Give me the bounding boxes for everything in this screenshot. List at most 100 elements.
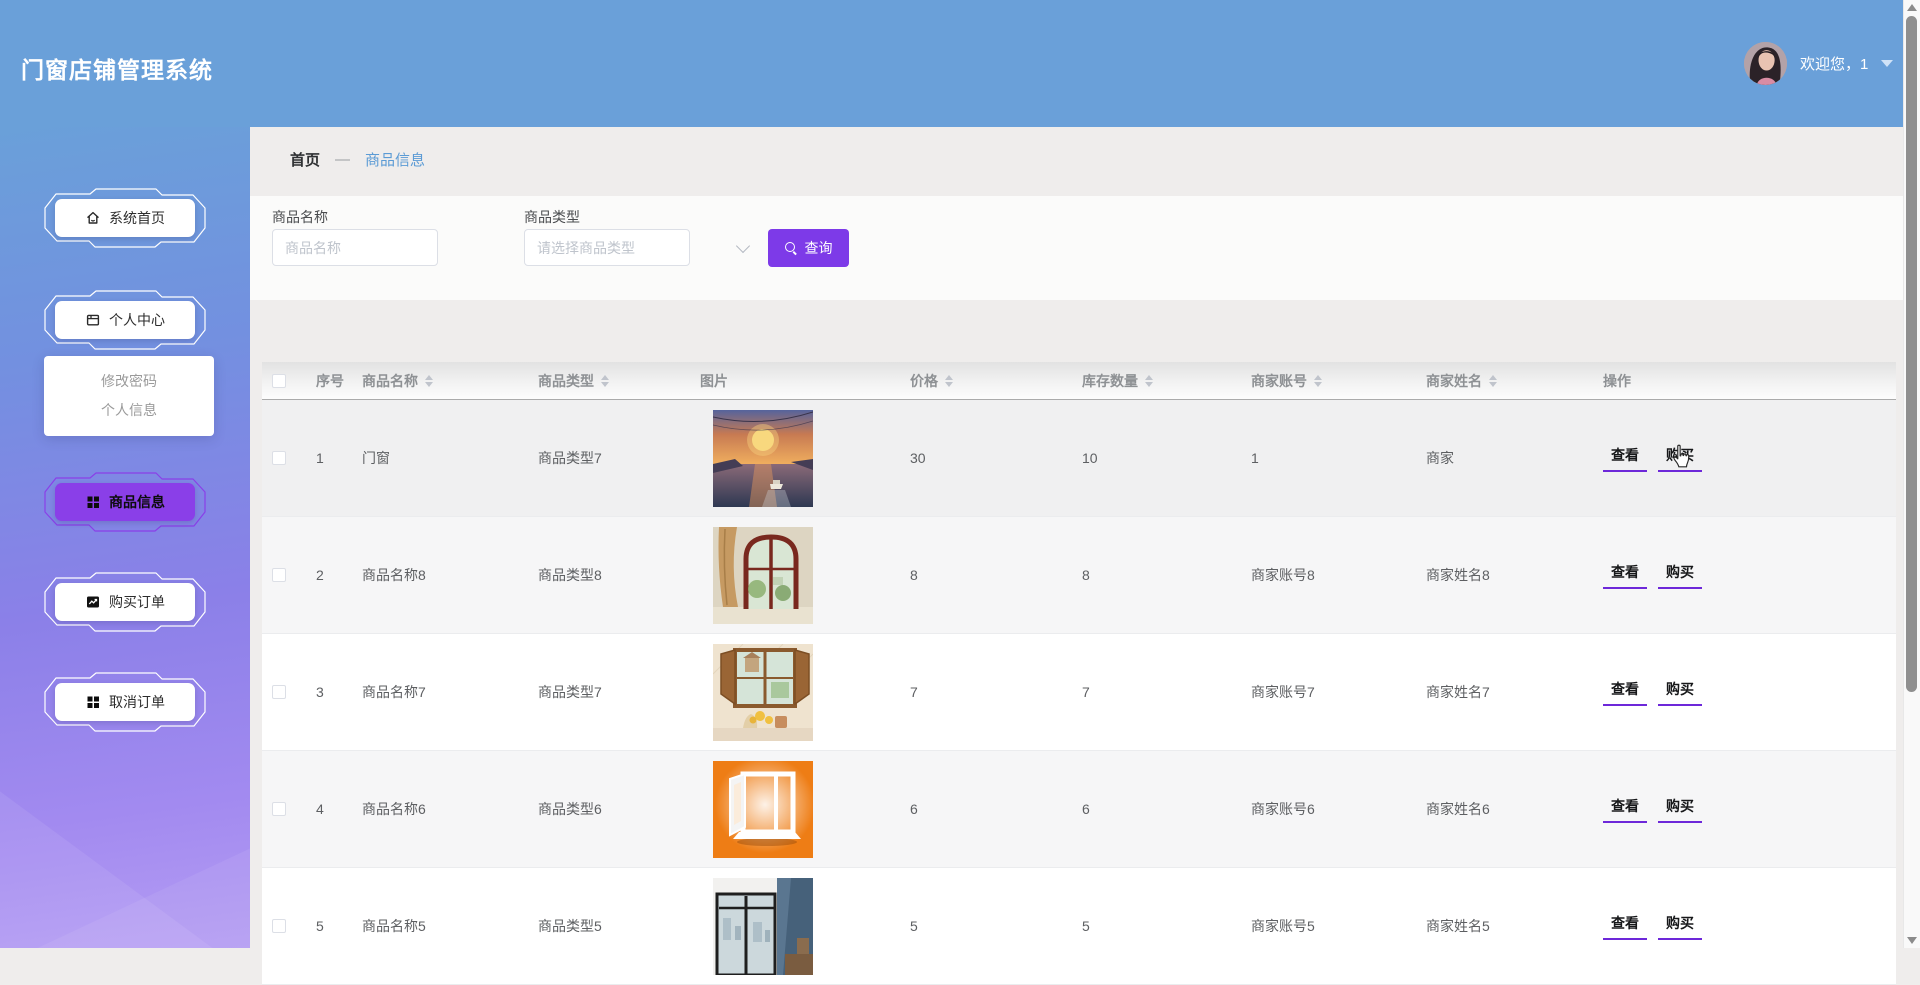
cell-product-type: 商品类型7 xyxy=(538,684,602,700)
app-title: 门窗店铺管理系统 xyxy=(21,57,213,83)
buy-button[interactable]: 购买 xyxy=(1658,796,1702,823)
sidebar-item-purchase-orders[interactable]: 购买订单 xyxy=(35,570,215,634)
cell-seq: 2 xyxy=(316,567,324,583)
sidebar-item-label: 商品信息 xyxy=(109,494,165,510)
product-image xyxy=(713,526,813,624)
welcome-text: 欢迎您，1 xyxy=(1800,56,1869,73)
cell-merchant-name: 商家姓名7 xyxy=(1426,684,1490,700)
breadcrumb-current: 商品信息 xyxy=(365,152,426,169)
cell-stock: 8 xyxy=(1082,567,1090,583)
column-header: 商家姓名 xyxy=(1426,372,1482,389)
cell-merchant-name: 商家姓名5 xyxy=(1426,918,1490,934)
profile-submenu: 修改密码 个人信息 xyxy=(44,356,214,436)
scrollbar[interactable] xyxy=(1903,0,1920,948)
sort-icon[interactable] xyxy=(425,374,433,387)
cell-product-name: 商品名称8 xyxy=(362,567,426,583)
cell-product-type: 商品类型6 xyxy=(538,801,602,817)
search-button[interactable]: 查询 xyxy=(768,229,849,267)
product-image xyxy=(713,877,813,975)
row-checkbox[interactable] xyxy=(272,685,286,699)
cell-stock: 6 xyxy=(1082,801,1090,817)
breadcrumb-home[interactable]: 首页 xyxy=(290,149,320,170)
sort-icon[interactable] xyxy=(601,374,609,387)
cell-merchant-name: 商家姓名6 xyxy=(1426,801,1490,817)
table-row: 4 商品名称6 商品类型6 6 6 商家账号6 商家姓名6 查看 购买 xyxy=(262,751,1896,868)
product-type-select[interactable] xyxy=(524,229,690,266)
product-name-input[interactable] xyxy=(272,229,438,266)
column-header: 商家账号 xyxy=(1251,372,1307,389)
cell-product-name: 门窗 xyxy=(362,450,390,466)
product-name-label: 商品名称 xyxy=(272,209,328,225)
column-header: 图片 xyxy=(700,372,728,389)
product-type-label: 商品类型 xyxy=(524,209,580,225)
filter-panel: 商品名称 商品类型 查询 xyxy=(250,196,1903,300)
submenu-item-change-password[interactable]: 修改密码 xyxy=(44,367,214,396)
cell-merchant-account: 商家账号5 xyxy=(1251,918,1315,934)
column-header: 商品类型 xyxy=(538,372,594,389)
app-header: 门窗店铺管理系统 欢迎您，1 xyxy=(0,0,1903,127)
sort-icon[interactable] xyxy=(1145,374,1153,387)
row-checkbox[interactable] xyxy=(272,451,286,465)
buy-button[interactable]: 购买 xyxy=(1658,913,1702,940)
buy-button[interactable]: 购买 xyxy=(1658,445,1702,472)
sidebar-item-profile-center[interactable]: 个人中心 xyxy=(35,288,215,352)
grid-icon xyxy=(87,496,99,508)
select-all-checkbox[interactable] xyxy=(272,373,286,388)
row-checkbox[interactable] xyxy=(272,802,286,816)
cell-product-type: 商品类型5 xyxy=(538,918,602,934)
cell-merchant-name: 商家 xyxy=(1426,450,1454,466)
cell-price: 5 xyxy=(910,918,918,934)
row-checkbox[interactable] xyxy=(272,919,286,933)
sort-icon[interactable] xyxy=(945,374,953,387)
cell-seq: 4 xyxy=(316,801,324,817)
cell-stock: 10 xyxy=(1082,450,1098,466)
sidebar-item-label: 个人中心 xyxy=(109,312,165,328)
sort-icon[interactable] xyxy=(1489,374,1497,387)
cell-product-type: 商品类型7 xyxy=(538,450,602,466)
cell-stock: 7 xyxy=(1082,684,1090,700)
cell-price: 7 xyxy=(910,684,918,700)
cell-merchant-account: 商家账号6 xyxy=(1251,801,1315,817)
user-menu[interactable]: 欢迎您，1 xyxy=(1744,42,1894,85)
view-button[interactable]: 查看 xyxy=(1603,679,1647,706)
sort-icon[interactable] xyxy=(1314,374,1322,387)
scrollbar-down-arrow[interactable] xyxy=(1907,937,1917,944)
view-button[interactable]: 查看 xyxy=(1603,913,1647,940)
cell-seq: 1 xyxy=(316,450,324,466)
submenu-item-profile-info[interactable]: 个人信息 xyxy=(44,396,214,425)
row-checkbox[interactable] xyxy=(272,568,286,582)
cell-price: 6 xyxy=(910,801,918,817)
cell-product-name: 商品名称6 xyxy=(362,801,426,817)
user-avatar xyxy=(1744,42,1787,85)
grid-icon xyxy=(87,696,99,708)
home-icon xyxy=(87,211,99,224)
chevron-down-icon xyxy=(1881,60,1894,67)
cell-product-name: 商品名称5 xyxy=(362,918,426,934)
buy-button[interactable]: 购买 xyxy=(1658,562,1702,589)
search-icon xyxy=(784,241,798,255)
sidebar-item-cancel-orders[interactable]: 取消订单 xyxy=(35,670,215,734)
cell-product-name: 商品名称7 xyxy=(362,684,426,700)
chevron-down-icon[interactable] xyxy=(735,238,751,254)
table-row: 1 门窗 商品类型7 30 10 1 商家 查看 购买 xyxy=(262,400,1896,517)
breadcrumb: 首页 — 商品信息 xyxy=(290,149,425,170)
table-row: 5 商品名称5 商品类型5 5 5 商家账号5 商家姓名5 查看 购买 xyxy=(262,868,1896,985)
product-image xyxy=(713,409,813,507)
view-button[interactable]: 查看 xyxy=(1603,796,1647,823)
sidebar-item-products[interactable]: 商品信息 xyxy=(35,470,215,534)
sidebar-item-home[interactable]: 系统首页 xyxy=(35,186,215,250)
buy-button[interactable]: 购买 xyxy=(1658,679,1702,706)
cell-stock: 5 xyxy=(1082,918,1090,934)
cell-seq: 3 xyxy=(316,684,324,700)
breadcrumb-separator: — xyxy=(335,151,351,168)
table-row: 2 商品名称8 商品类型8 8 8 商家账号8 商家姓名8 查看 购买 xyxy=(262,517,1896,634)
scrollbar-up-arrow[interactable] xyxy=(1907,4,1917,11)
chart-icon xyxy=(87,596,99,608)
view-button[interactable]: 查看 xyxy=(1603,562,1647,589)
column-header: 库存数量 xyxy=(1082,372,1138,389)
cell-merchant-account: 1 xyxy=(1251,450,1259,466)
scrollbar-thumb[interactable] xyxy=(1906,16,1917,692)
table-header-row: 序号 商品名称 商品类型 图片 价格 库存数量 商家账号 商家姓名 操作 xyxy=(262,362,1896,400)
view-button[interactable]: 查看 xyxy=(1603,445,1647,472)
sidebar-item-label: 取消订单 xyxy=(109,694,165,710)
